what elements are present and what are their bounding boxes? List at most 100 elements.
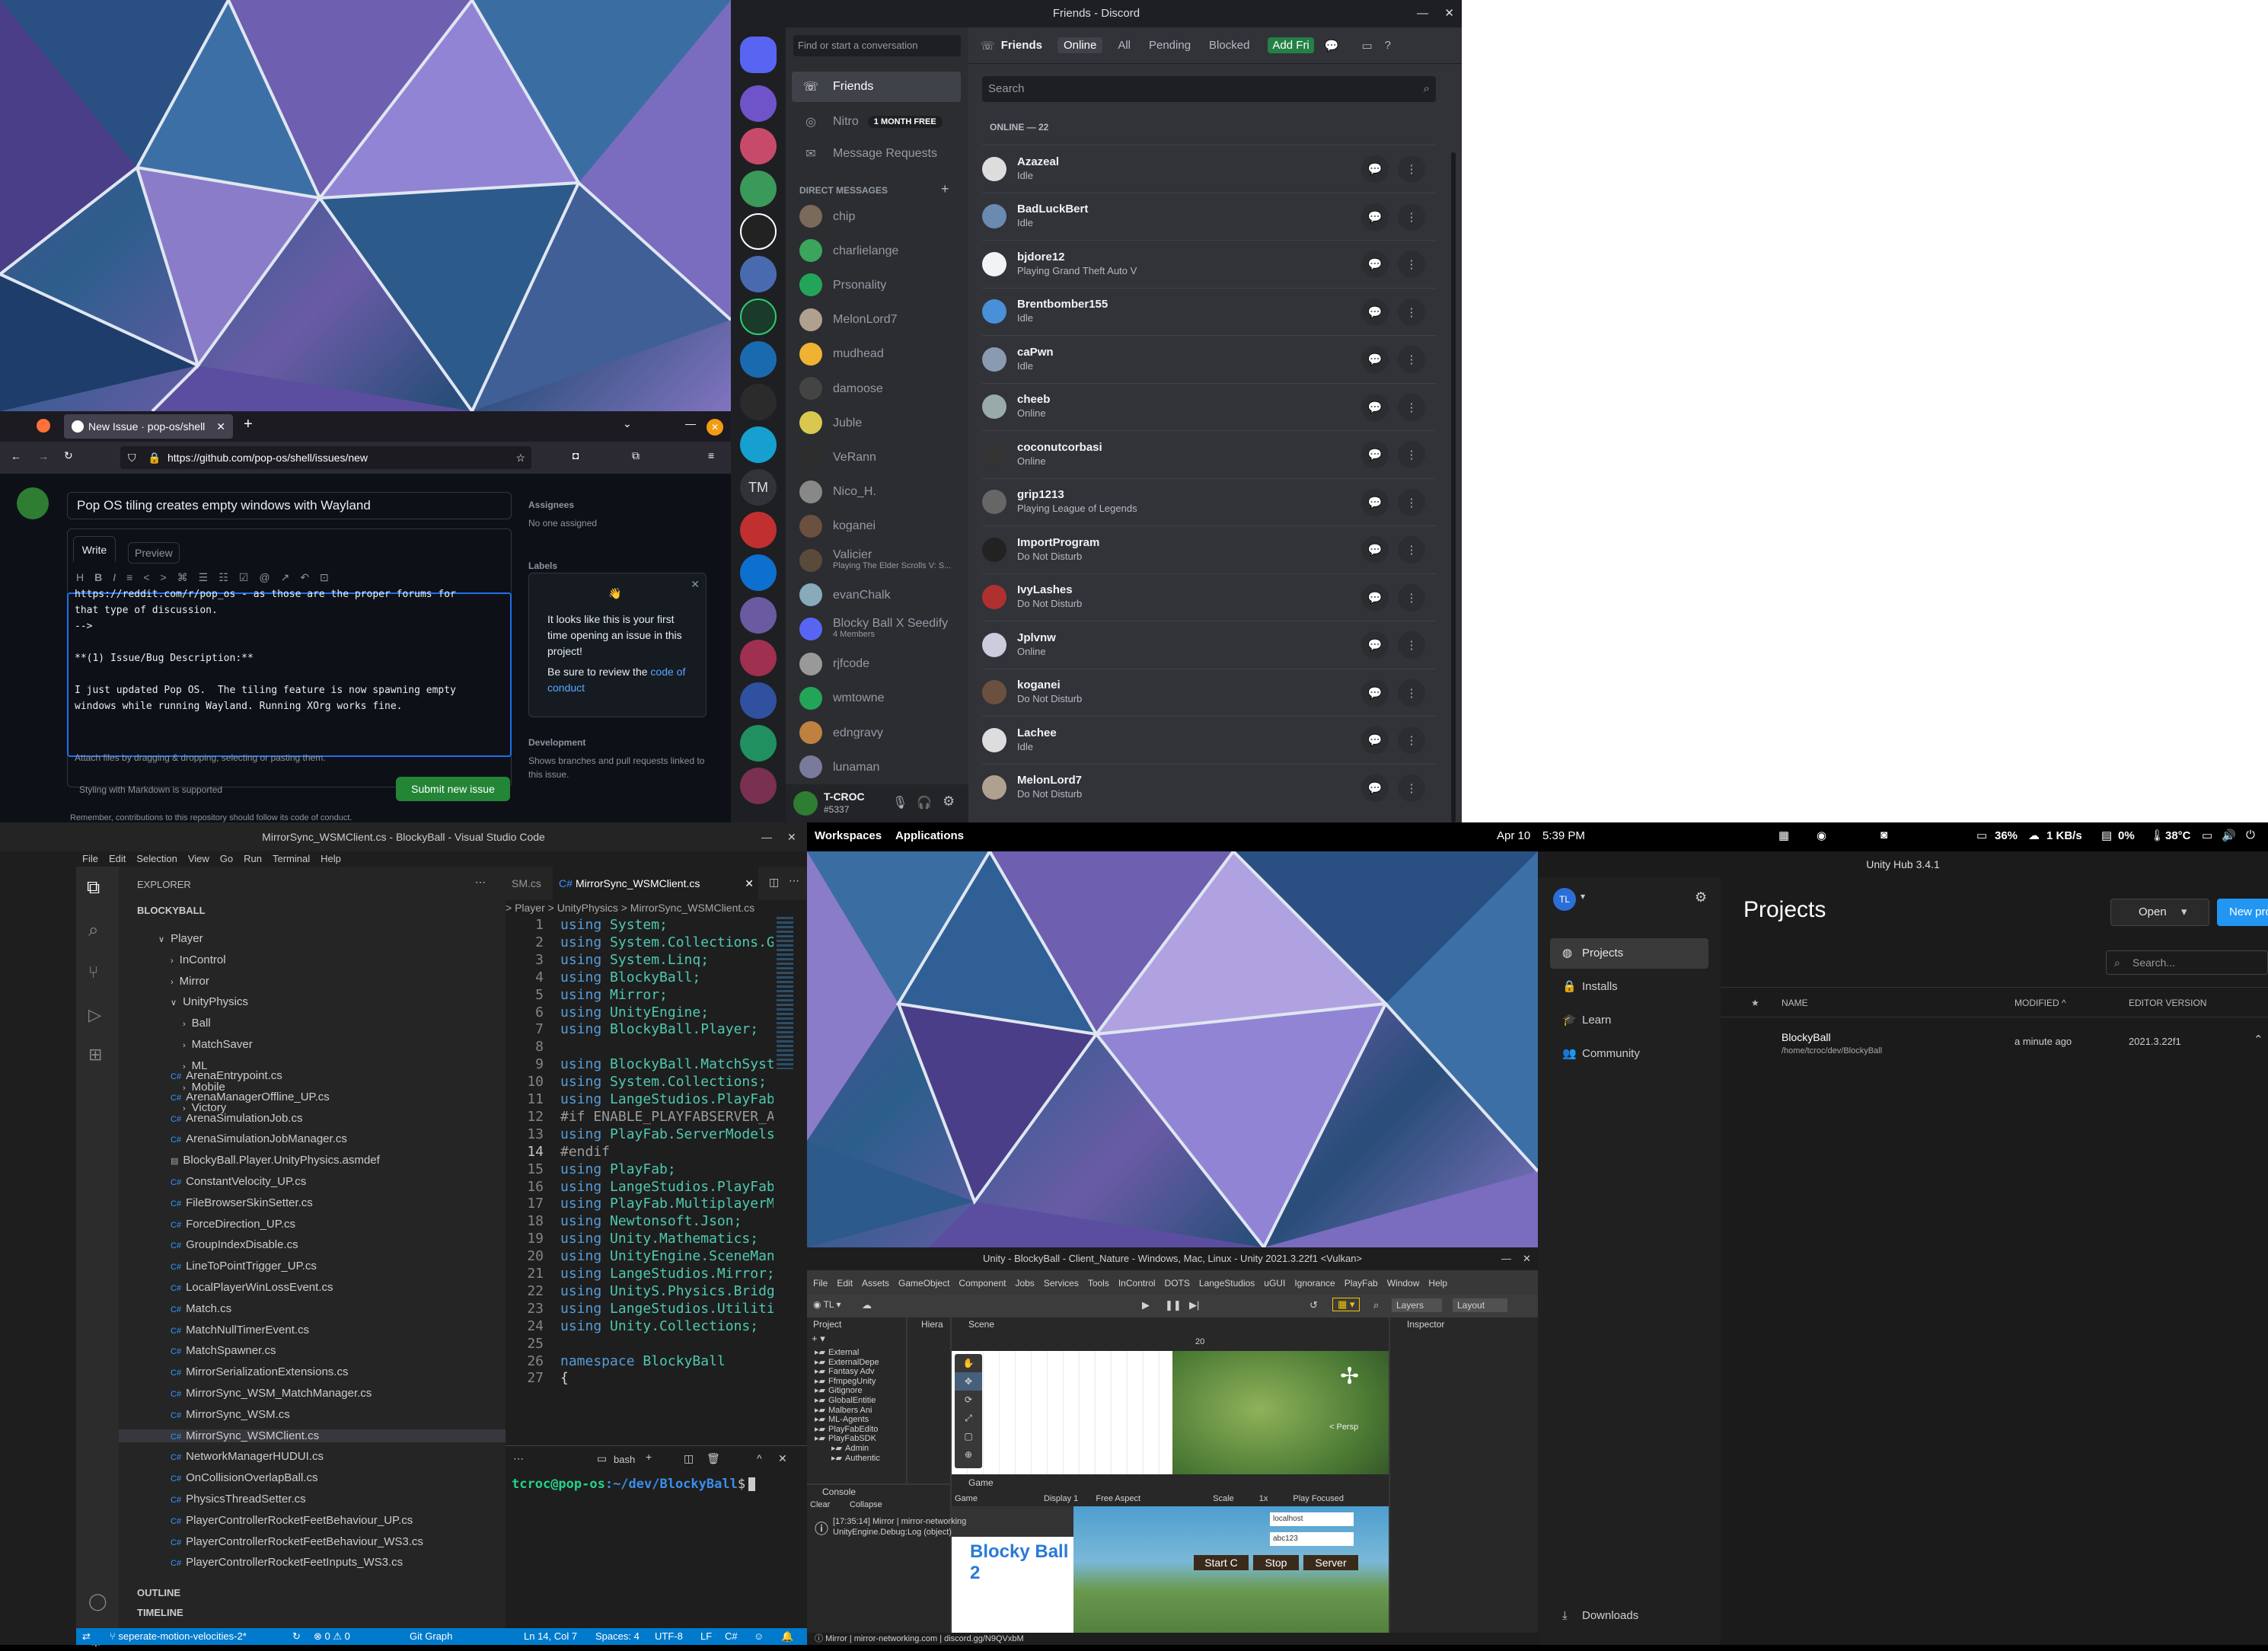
hand-tool-icon[interactable]: ✋ [955, 1354, 982, 1372]
layers-dropdown[interactable]: Layers [1392, 1298, 1443, 1312]
asset-folder[interactable]: ▸▰ ML-Agents [815, 1415, 880, 1425]
dm-item[interactable]: Valicier Playing The Elder Scrolls V: S..… [792, 545, 961, 576]
game-tab[interactable]: Game [968, 1477, 994, 1488]
message-icon[interactable]: 💬 [1361, 203, 1389, 231]
menu-item[interactable]: LangeStudios [1199, 1278, 1255, 1289]
explorer-icon[interactable]: ⧉ [87, 877, 100, 899]
add-asset-icon[interactable]: + ▾ [812, 1333, 825, 1345]
nav-projects[interactable]: ◍ Projects [1550, 938, 1708, 969]
server-icon[interactable] [740, 171, 777, 207]
tab-previous[interactable]: SM.cs [506, 867, 551, 900]
file-item[interactable]: C# ArenaEntrypoint.cs [119, 1069, 506, 1082]
source-control-icon[interactable]: ⑂ [88, 963, 98, 982]
password-input[interactable]: abc123 [1270, 1532, 1354, 1546]
start-client-button[interactable]: Start C [1194, 1555, 1249, 1570]
menu-item[interactable]: View [188, 853, 209, 864]
bookmark-star-icon[interactable]: ☆ [515, 446, 525, 469]
attach-hint[interactable]: Attach files by dragging & dropping, sel… [75, 752, 326, 763]
friends-search-input[interactable]: Search ⌕ [982, 76, 1436, 102]
nav-installs[interactable]: 🔒 Installs [1550, 972, 1708, 1002]
menu-item[interactable]: uGUI [1264, 1278, 1285, 1289]
server-icon[interactable] [740, 682, 777, 719]
file-item[interactable]: C# MirrorSerializationExtensions.cs [119, 1365, 506, 1378]
host-input[interactable]: localhost [1270, 1512, 1354, 1526]
account-dropdown-icon[interactable]: ▾ [1581, 891, 1585, 902]
menu-item[interactable]: Help [321, 853, 341, 864]
minimize-button[interactable]: — [1417, 0, 1428, 27]
chevron-down-icon[interactable]: ▾ [2181, 899, 2187, 925]
asset-folder[interactable]: ▸▰ FfmpegUnity [815, 1377, 880, 1387]
game-view[interactable]: Blocky Ball 2 localhost abc123 Start C S… [952, 1506, 1389, 1645]
stop-button[interactable]: Stop [1253, 1555, 1299, 1570]
friend-row[interactable]: koganei Do Not Disturb 💬 ⋮ [982, 668, 1436, 716]
server-icon[interactable] [740, 128, 777, 164]
asset-folder[interactable]: ▸▰ External [815, 1348, 880, 1358]
console-log-line[interactable]: [17:35:14] Mirror | mirror-networking [833, 1517, 966, 1526]
more-options-icon[interactable]: ⋮ [1398, 155, 1425, 183]
asset-folder[interactable]: ▸▰ PlayFabEdito [815, 1425, 880, 1435]
terminal-more-icon[interactable]: ⋯ [513, 1452, 524, 1465]
dm-item[interactable]: charlielange [792, 235, 961, 266]
discord-home-button[interactable] [740, 37, 777, 73]
code-editor[interactable]: 1 using System; 2 using System.Collections.… [506, 917, 774, 1445]
persp-label[interactable]: < Persp [1329, 1423, 1358, 1432]
steam-icon[interactable]: ◉ [1817, 829, 1826, 842]
workspaces-button[interactable]: Workspaces [815, 829, 882, 842]
git-graph-button[interactable]: Git Graph [410, 1628, 452, 1645]
dm-item[interactable]: evanChalk [792, 580, 961, 610]
message-icon[interactable]: 💬 [1361, 774, 1389, 802]
outline-section[interactable]: OUTLINE [137, 1587, 180, 1598]
minimize-button[interactable]: — [685, 417, 696, 430]
asset-folder[interactable]: ▸▰ Admin [815, 1444, 880, 1454]
new-dm-button[interactable]: + [941, 181, 949, 197]
clock-date[interactable]: Apr 10 [1497, 829, 1530, 842]
search-icon[interactable]: ⌕ [88, 920, 98, 941]
dm-item[interactable]: mudhead [792, 339, 961, 369]
dm-item[interactable]: rjfcode [792, 649, 961, 679]
step-button[interactable]: ▶| [1189, 1299, 1199, 1311]
extensions-icon[interactable]: ⊞ [88, 1045, 102, 1065]
notifications-icon[interactable]: 🔔 [781, 1628, 793, 1645]
file-item[interactable]: C# ConstantVelocity_UP.cs [119, 1175, 506, 1188]
file-item[interactable]: C# ArenaSimulationJob.cs [119, 1112, 506, 1125]
file-item[interactable]: C# GroupIndexDisable.cs [119, 1238, 506, 1251]
more-options-icon[interactable]: ⋮ [1398, 774, 1425, 802]
file-item[interactable]: C# ArenaManagerOffline_UP.cs [119, 1091, 506, 1103]
menu-item[interactable]: Selection [136, 853, 177, 864]
file-item[interactable]: C# PlayerControllerRocketFeetBehaviour_WS… [119, 1535, 506, 1548]
dm-item[interactable]: MelonLord7 [792, 305, 961, 335]
scene-gizmo[interactable]: ✢ [1340, 1363, 1359, 1390]
message-icon[interactable]: 💬 [1361, 346, 1389, 373]
dm-item[interactable]: Nico_H. [792, 477, 961, 507]
git-branch[interactable]: ⑂ seperate-motion-velocities-2* [110, 1628, 247, 1645]
friend-row[interactable]: coconutcorbasi Online 💬 ⋮ [982, 430, 1436, 477]
friend-row[interactable]: ImportProgram Do Not Disturb 💬 ⋮ [982, 525, 1436, 573]
dm-search-input[interactable]: Find or start a conversation [793, 35, 961, 56]
tab-all[interactable]: All [1118, 39, 1131, 52]
dm-item[interactable]: Blocky Ball X Seedify 4 Members [792, 614, 961, 644]
nav-message-requests[interactable]: ✉ Message Requests [792, 139, 961, 169]
menu-item[interactable]: PlayFab [1345, 1278, 1378, 1289]
menu-item[interactable]: File [82, 853, 98, 864]
kill-terminal-icon[interactable]: 🗑 [707, 1452, 720, 1465]
mic-icon[interactable]: 🎙 [892, 795, 908, 810]
bold-icon[interactable]: B [94, 571, 113, 583]
headphones-icon[interactable]: 🎧 [917, 795, 932, 810]
minimize-button[interactable]: — [1501, 1247, 1511, 1270]
friend-row[interactable]: MelonLord7 Do Not Disturb 💬 ⋮ [982, 763, 1436, 811]
server-icon[interactable] [740, 256, 777, 292]
encoding[interactable]: UTF-8 [655, 1628, 683, 1645]
menu-item[interactable]: Help [1428, 1278, 1447, 1289]
friend-row[interactable]: IvyLashes Do Not Disturb 💬 ⋮ [982, 573, 1436, 621]
reply-icon[interactable]: ↶ [300, 571, 320, 583]
tab-preview[interactable]: Preview [128, 542, 180, 564]
undo-history-icon[interactable]: ↺ [1309, 1299, 1318, 1311]
message-icon[interactable]: 💬 [1361, 727, 1389, 754]
file-item[interactable]: C# MatchSpawner.cs [119, 1344, 506, 1357]
project-tab[interactable]: Project [813, 1319, 841, 1330]
more-options-icon[interactable]: ⋮ [1398, 346, 1425, 373]
menu-item[interactable]: File [813, 1278, 828, 1289]
menu-item[interactable]: Edit [837, 1278, 853, 1289]
tab-close-icon[interactable]: ✕ [745, 867, 754, 900]
dm-item[interactable]: VeRann [792, 442, 961, 472]
